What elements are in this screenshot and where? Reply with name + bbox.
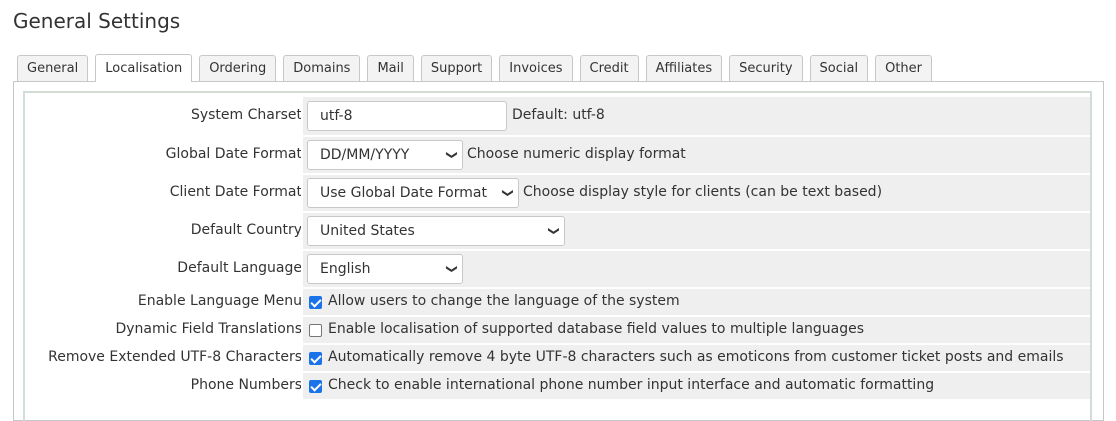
global-date-format-label: Global Date Format (165, 146, 302, 162)
default-country-label: Default Country (190, 222, 302, 238)
system-charset-cell: utf-8 Default: utf-8 (301, 97, 1090, 135)
remove-utf8-hint: Automatically remove 4 byte UTF-8 charac… (328, 349, 1064, 365)
global-date-format-value: DD/MM/YYYY (320, 147, 410, 163)
settings-form: System Charset utf-8 Default: utf-8 Glob… (23, 91, 1092, 421)
tab-social[interactable]: Social (809, 55, 869, 81)
row-remove-utf8: Remove Extended UTF-8 Characters Automat… (25, 345, 1090, 371)
enable-language-menu-cell: Allow users to change the language of th… (301, 289, 1090, 315)
enable-language-menu-hint: Allow users to change the language of th… (328, 293, 680, 309)
default-language-select[interactable]: English ❯ (307, 254, 463, 284)
dynamic-field-translations-checkbox[interactable] (309, 324, 322, 337)
default-language-cell: English ❯ (301, 251, 1090, 287)
row-client-date-format: Client Date Format Use Global Date Forma… (25, 175, 1090, 211)
settings-panel: System Charset utf-8 Default: utf-8 Glob… (13, 81, 1104, 421)
default-country-select[interactable]: United States ❯ (307, 216, 565, 246)
tab-ordering[interactable]: Ordering (199, 55, 277, 81)
row-system-charset: System Charset utf-8 Default: utf-8 (25, 97, 1090, 135)
tab-domains[interactable]: Domains (283, 55, 361, 81)
default-language-label: Default Language (177, 260, 302, 276)
client-date-format-hint: Choose display style for clients (can be… (523, 184, 883, 200)
chevron-down-icon: ❯ (445, 264, 459, 274)
dynamic-field-translations-hint: Enable localisation of supported databas… (328, 321, 865, 337)
client-date-format-cell: Use Global Date Format ❯ Choose display … (301, 175, 1090, 211)
phone-numbers-checkbox[interactable] (309, 380, 322, 393)
tab-affiliates[interactable]: Affiliates (645, 55, 723, 81)
remove-utf8-checkbox[interactable] (309, 352, 322, 365)
row-default-language: Default Language English ❯ (25, 251, 1090, 287)
chevron-down-icon: ❯ (501, 188, 515, 198)
dynamic-field-translations-label: Dynamic Field Translations (115, 321, 302, 337)
client-date-format-select[interactable]: Use Global Date Format ❯ (307, 178, 519, 208)
row-default-country: Default Country United States ❯ (25, 213, 1090, 249)
client-date-format-label: Client Date Format (169, 184, 302, 200)
chevron-down-icon: ❯ (445, 150, 459, 160)
tab-localisation[interactable]: Localisation (95, 54, 193, 82)
tab-other[interactable]: Other (875, 55, 933, 81)
phone-numbers-hint: Check to enable international phone numb… (328, 377, 935, 393)
tab-credit[interactable]: Credit (579, 55, 639, 81)
row-enable-language-menu: Enable Language Menu Allow users to chan… (25, 289, 1090, 315)
dynamic-field-translations-cell: Enable localisation of supported databas… (301, 317, 1090, 343)
phone-numbers-cell: Check to enable international phone numb… (301, 373, 1090, 399)
row-dynamic-field-translations: Dynamic Field Translations Enable locali… (25, 317, 1090, 343)
chevron-down-icon: ❯ (547, 226, 561, 236)
global-date-format-cell: DD/MM/YYYY ❯ Choose numeric display form… (301, 137, 1090, 173)
system-charset-hint: Default: utf-8 (512, 107, 605, 123)
system-charset-label: System Charset (190, 107, 302, 123)
phone-numbers-label: Phone Numbers (190, 377, 302, 393)
tab-support[interactable]: Support (420, 55, 493, 81)
client-date-format-value: Use Global Date Format (320, 185, 487, 201)
tab-security[interactable]: Security (729, 55, 803, 81)
tab-general[interactable]: General (17, 55, 89, 81)
remove-utf8-label: Remove Extended UTF-8 Characters (48, 349, 302, 365)
system-charset-input[interactable]: utf-8 (307, 101, 507, 131)
page-title: General Settings (13, 9, 181, 33)
default-country-cell: United States ❯ (301, 213, 1090, 249)
tab-invoices[interactable]: Invoices (499, 55, 573, 81)
global-date-format-select[interactable]: DD/MM/YYYY ❯ (307, 140, 463, 170)
global-date-format-hint: Choose numeric display format (467, 146, 686, 162)
tab-mail[interactable]: Mail (367, 55, 414, 81)
default-country-value: United States (320, 223, 415, 239)
settings-tabs: General Localisation Ordering Domains Ma… (17, 54, 933, 82)
row-phone-numbers: Phone Numbers Check to enable internatio… (25, 373, 1090, 399)
enable-language-menu-checkbox[interactable] (309, 296, 322, 309)
row-global-date-format: Global Date Format DD/MM/YYYY ❯ Choose n… (25, 137, 1090, 173)
enable-language-menu-label: Enable Language Menu (137, 293, 302, 309)
default-language-value: English (320, 261, 371, 277)
remove-utf8-cell: Automatically remove 4 byte UTF-8 charac… (301, 345, 1090, 371)
